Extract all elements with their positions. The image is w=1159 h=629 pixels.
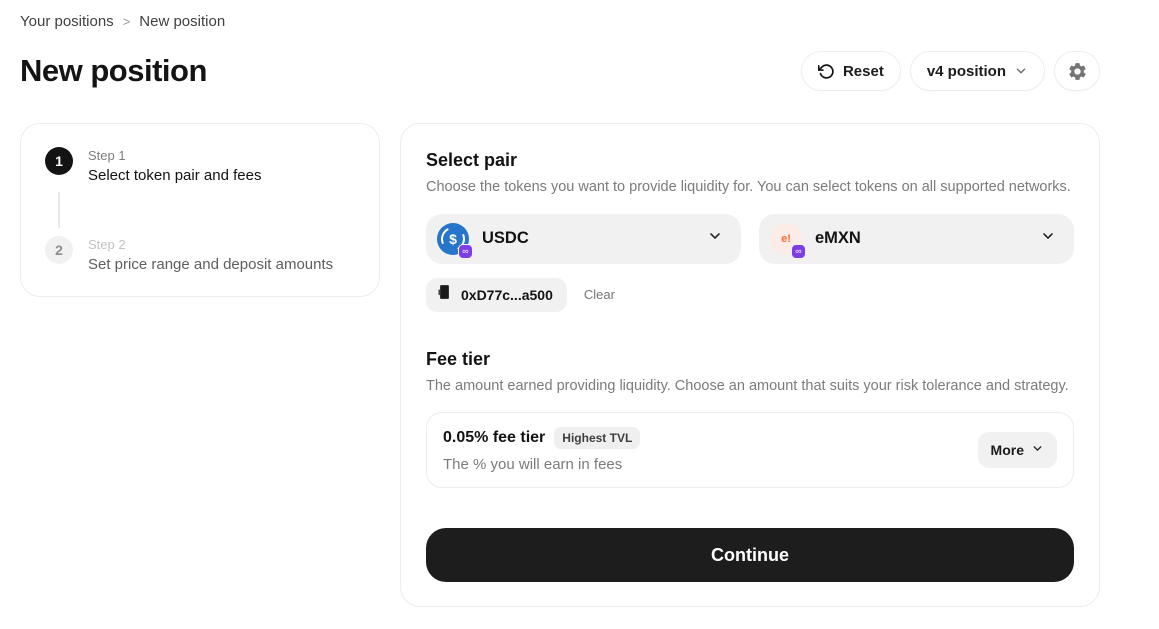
contract-address-chip[interactable]: 0xD77c...a500 [426,277,567,312]
continue-button[interactable]: Continue [426,528,1074,583]
highest-tvl-badge: Highest TVL [554,427,641,450]
breadcrumb-your-positions[interactable]: Your positions [20,13,114,30]
breadcrumb-new-position[interactable]: New position [139,13,225,30]
breadcrumb: Your positions > New position [20,13,1100,30]
select-pair-card: Select pair Choose the tokens you want t… [400,123,1100,608]
select-pair-heading: Select pair [426,150,518,170]
version-dropdown-label: v4 position [926,62,1006,80]
usdc-token-icon: $ ∞ [437,222,473,259]
new-position-page: Your positions > New position New positi… [20,0,1100,608]
token-select-emxn[interactable]: e! ∞ eMXN [759,213,1074,264]
fee-tier-card[interactable]: 0.05% fee tier Highest TVL The % you wil… [426,412,1074,489]
main-content: 1 Step 1 Select token pair and fees 2 St… [20,123,1100,608]
clear-link[interactable]: Clear [584,287,615,302]
settings-button[interactable] [1054,51,1100,91]
step-1-label: Step 1 [88,148,126,163]
fee-tier-section: Fee tier The amount earned providing liq… [426,349,1074,489]
gear-icon [1067,61,1088,82]
breadcrumb-separator-icon: > [122,14,131,29]
chevron-down-icon [707,228,723,249]
chevron-down-icon [1014,64,1028,78]
token-symbol-usdc: USDC [482,229,529,248]
chevron-down-icon [1031,442,1044,458]
chevron-down-icon [1040,228,1056,249]
version-dropdown[interactable]: v4 position [909,51,1045,91]
network-badge-icon: ∞ [791,243,806,259]
steps-card: 1 Step 1 Select token pair and fees 2 St… [20,123,380,297]
fee-tier-subtitle: The % you will earn in fees [443,456,623,474]
step-1-item[interactable]: 1 Step 1 Select token pair and fees [45,147,355,184]
fee-tier-heading: Fee tier [426,348,491,369]
reset-button-label: Reset [842,62,884,80]
token-symbol-emxn: eMXN [815,229,861,248]
token-select-usdc[interactable]: $ ∞ USDC [426,213,741,264]
step-1-title: Select token pair and fees [88,167,262,184]
emxn-token-icon: e! ∞ [770,222,806,259]
step-connector [58,192,60,228]
header-actions: Reset v4 position [800,51,1100,91]
more-fee-tiers-button[interactable]: More [977,432,1057,469]
page-header: New position Reset v4 position [20,51,1100,91]
more-button-label: More [990,442,1024,459]
step-2-item[interactable]: 2 Step 2 Set price range and deposit amo… [45,236,355,273]
token-selector-row: $ ∞ USDC e! ∞ eMXN [426,213,1074,264]
reset-button[interactable]: Reset [800,51,901,91]
select-pair-description: Choose the tokens you want to provide li… [426,179,1071,195]
fee-tier-title: 0.05% fee tier [443,429,546,447]
page-title: New position [20,53,207,88]
step-2-label: Step 2 [88,237,126,252]
rotate-ccw-icon [817,63,835,80]
step-2-indicator: 2 [45,236,73,264]
contract-chip-row: 0xD77c...a500 Clear [426,277,1074,312]
fee-tier-info: 0.05% fee tier Highest TVL The % you wil… [443,427,641,474]
step-2-title: Set price range and deposit amounts [88,256,334,273]
contract-address-text: 0xD77c...a500 [461,286,553,303]
step-1-indicator: 1 [45,147,73,175]
contract-icon [437,284,452,305]
network-badge-icon: ∞ [458,243,473,259]
fee-tier-description: The amount earned providing liquidity. C… [426,377,1069,394]
